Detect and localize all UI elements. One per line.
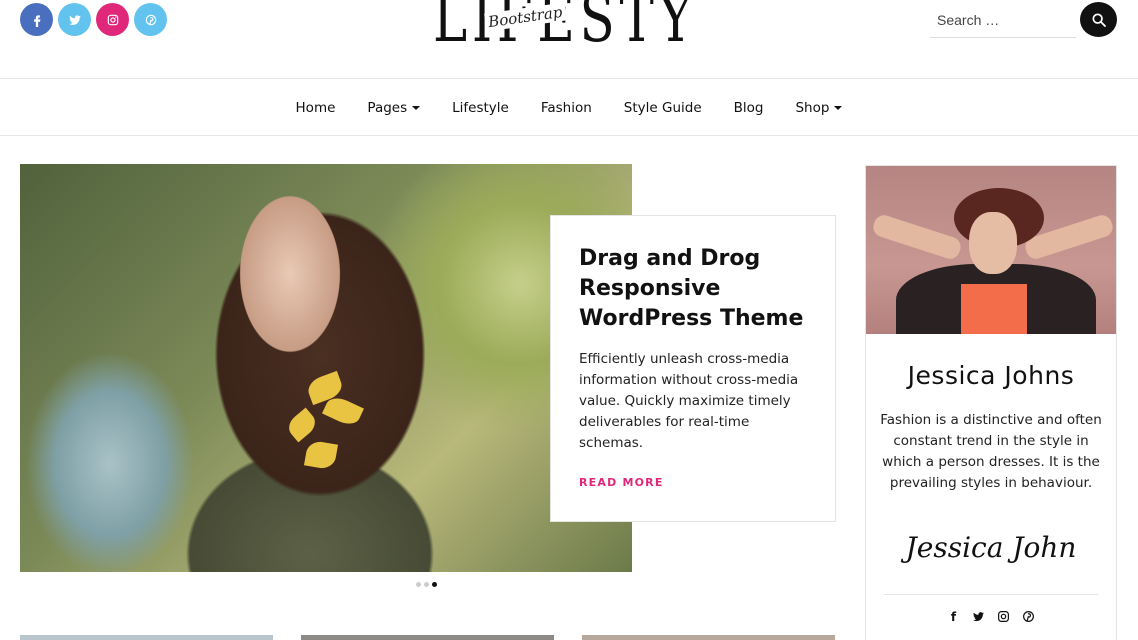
nav-item-home[interactable]: Home <box>280 100 352 116</box>
nav-item-label: Blog <box>733 99 764 116</box>
pinterest-icon[interactable] <box>1022 610 1035 626</box>
caret-down-icon <box>834 106 843 110</box>
photo-shape <box>969 212 1017 274</box>
nav-item-style-guide[interactable]: Style Guide <box>608 100 718 116</box>
nav-item-label: Fashion <box>540 99 592 116</box>
twitter-icon[interactable] <box>58 3 91 36</box>
slider-caption-card: Drag and Drog Responsive WordPress Theme… <box>550 215 836 522</box>
logo-wordmark: LIFESTYLE <box>433 0 699 52</box>
site-logo[interactable]: LIFESTYLE Bootstrap <box>433 0 699 52</box>
author-bio: Fashion is a distinctive and often const… <box>880 412 1102 491</box>
search-input[interactable]: Search … <box>930 2 1076 38</box>
instagram-icon[interactable] <box>96 3 129 36</box>
author-widget: Jessica Johns Fashion is a distinctive a… <box>865 165 1117 640</box>
nav-item-pages[interactable]: Pages <box>351 100 436 116</box>
nav-item-label: Style Guide <box>623 99 702 116</box>
facebook-icon[interactable] <box>20 3 53 36</box>
slider-pagination <box>416 582 437 587</box>
facebook-icon[interactable]: f <box>947 610 960 626</box>
nav-item-blog[interactable]: Blog <box>718 100 780 116</box>
author-name: Jessica Johns <box>907 361 1075 390</box>
divider <box>884 594 1098 595</box>
nav-item-label: Pages <box>367 99 408 116</box>
slide-excerpt: Efficiently unleash cross-media informat… <box>579 351 799 451</box>
slider-dot-active[interactable] <box>432 582 437 587</box>
caret-down-icon <box>412 106 421 110</box>
search-button[interactable] <box>1080 2 1117 37</box>
main-nav: Home Pages Lifestyle Fashion Style Guide… <box>0 79 1138 136</box>
search-icon <box>1091 12 1106 27</box>
slider-dot[interactable] <box>424 582 429 587</box>
read-more-link[interactable]: READ MORE <box>579 476 664 489</box>
slider-image[interactable] <box>20 164 632 572</box>
twitter-icon[interactable] <box>972 610 985 626</box>
photo-shape <box>870 212 964 262</box>
social-links <box>20 3 167 36</box>
photo-shape <box>961 284 1027 334</box>
author-social-links: f <box>866 610 1116 626</box>
instagram-icon[interactable] <box>997 610 1010 626</box>
slide-title[interactable]: Drag and Drog Responsive WordPress Theme <box>579 244 819 334</box>
nav-item-lifestyle[interactable]: Lifestyle <box>436 100 525 116</box>
search-placeholder: Search … <box>937 12 1000 28</box>
site-header: LIFESTYLE Bootstrap Search … <box>0 0 1138 79</box>
flower-leaf <box>284 407 320 443</box>
nav-item-label: Home <box>295 99 336 116</box>
slider-dot[interactable] <box>416 582 421 587</box>
post-thumbnail[interactable] <box>301 635 554 640</box>
post-thumbnail[interactable] <box>582 635 835 640</box>
pinterest-icon[interactable] <box>134 3 167 36</box>
nav-item-fashion[interactable]: Fashion <box>525 100 608 116</box>
author-signature: Jessica John <box>905 531 1077 564</box>
post-thumbnail[interactable] <box>20 635 273 640</box>
nav-item-label: Shop <box>795 99 830 116</box>
nav-item-label: Lifestyle <box>452 99 509 116</box>
author-photo <box>866 166 1116 334</box>
flower-leaf <box>303 439 339 471</box>
nav-item-shop[interactable]: Shop <box>779 100 858 116</box>
